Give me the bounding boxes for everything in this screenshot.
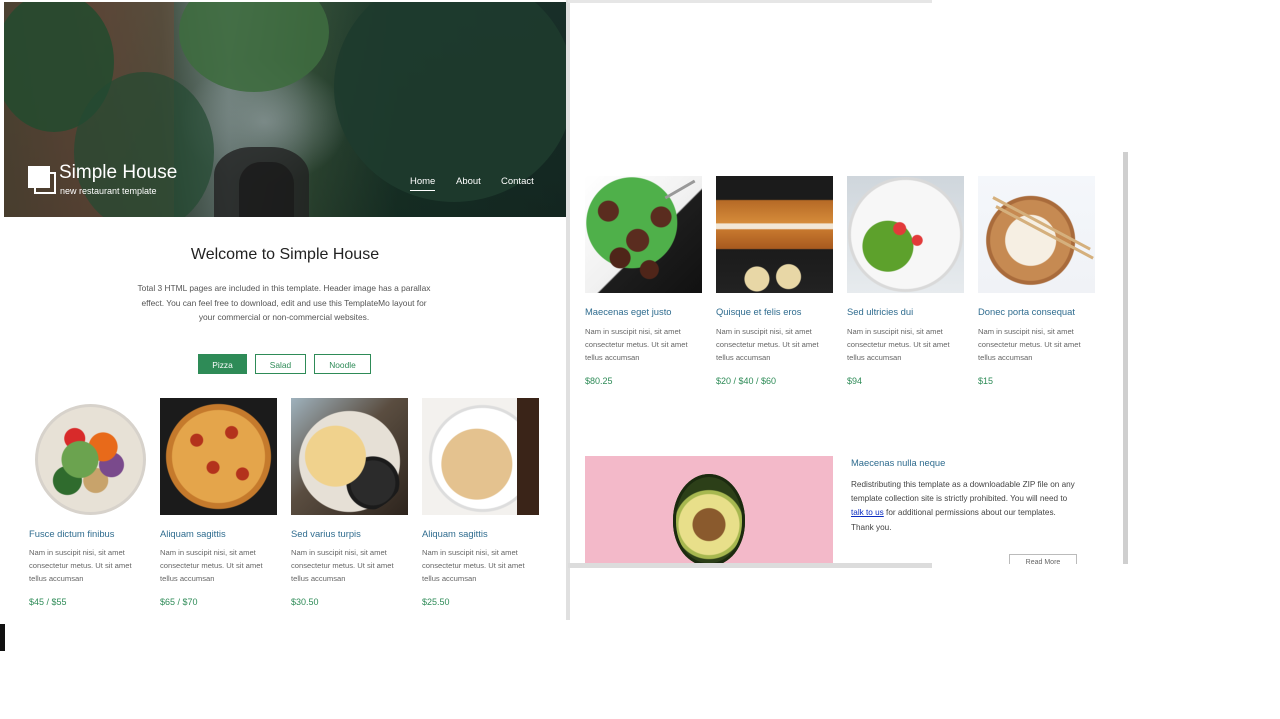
card-price: $20 / $40 / $60 [716,376,777,386]
fork-icon [664,179,696,200]
chopstick [992,196,1091,251]
card-title[interactable]: Aliquam sagittis [422,528,488,539]
card-description: Nam in suscipit nisi, sit amet consectet… [160,548,263,583]
card-description: Nam in suscipit nisi, sit amet consectet… [585,327,688,362]
card-description: Nam in suscipit nisi, sit amet consectet… [422,548,525,583]
dish-plate [291,408,408,515]
bottom-scroll-indicator[interactable] [568,563,932,568]
brand-logo-icon[interactable] [28,166,56,194]
card-title[interactable]: Fusce dictum finibus [29,528,114,539]
meatballs-image[interactable] [585,176,702,293]
card-description: Nam in suscipit nisi, sit amet consectet… [847,327,950,362]
hero-tree [334,2,566,202]
noodle-image[interactable] [422,398,539,515]
chopstick [995,205,1094,260]
pizza-image[interactable] [160,398,277,515]
salad-plate [35,404,146,515]
avocado [673,474,745,564]
right-card-4[interactable]: Donec porta consequat Nam in suscipit ni… [978,176,1103,396]
right-card-2[interactable]: Quisque et felis eros Nam in suscipit ni… [716,176,841,396]
card-description: Nam in suscipit nisi, sit amet consectet… [716,327,819,362]
read-more-button[interactable]: Read More [1009,554,1077,564]
tab-salad[interactable]: Salad [255,354,306,374]
left-card-1[interactable]: Fusce dictum finibus Nam in suscipit nis… [29,398,154,618]
card-price: $15 [978,376,994,386]
left-card-4[interactable]: Aliquam sagittis Nam in suscipit nisi, s… [422,398,547,618]
card-title[interactable]: Maecenas eget justo [585,306,672,317]
card-price: $45 / $55 [29,597,67,607]
hero-header: Simple House new restaurant template Hom… [4,2,566,217]
card-price: $65 / $70 [160,597,198,607]
card-title[interactable]: Quisque et felis eros [716,306,801,317]
welcome-title: Welcome to Simple House [190,246,380,263]
salad-bowl-image[interactable] [847,176,964,293]
card-price: $30.50 [291,597,319,607]
card-title[interactable]: Aliquam sagittis [160,528,226,539]
avocado-image[interactable] [585,456,833,564]
left-card-2[interactable]: Aliquam sagittis Nam in suscipit nisi, s… [160,398,285,618]
right-scrollbar[interactable] [1123,152,1128,564]
dish-image[interactable] [291,398,408,515]
featured-text: Redistributing this template as a downlo… [851,478,1076,535]
hero-person [239,162,294,217]
top-scroll-indicator [568,0,932,3]
talk-to-us-link[interactable]: talk to us [851,508,884,517]
right-page: Maecenas eget justo Nam in suscipit nisi… [570,152,1128,564]
right-card-1[interactable]: Maecenas eget justo Nam in suscipit nisi… [585,176,710,396]
card-price: $80.25 [585,376,613,386]
card-description: Nam in suscipit nisi, sit amet consectet… [291,548,394,583]
tab-noodle[interactable]: Noodle [314,354,371,374]
card-title[interactable]: Donec porta consequat [978,306,1075,317]
left-card-3[interactable]: Sed varius turpis Nam in suscipit nisi, … [291,398,416,618]
welcome-text: Total 3 HTML pages are included in this … [137,283,431,322]
card-title[interactable]: Sed varius turpis [291,528,361,539]
brand-tagline: new restaurant template [60,186,157,196]
left-page: Simple House new restaurant template Hom… [4,2,566,620]
brand-title[interactable]: Simple House [59,162,177,184]
text-cursor [0,624,5,651]
salad-image[interactable] [29,398,146,515]
french-toast-image[interactable] [716,176,833,293]
tab-pizza[interactable]: Pizza [198,354,247,374]
hero-tree [179,2,329,92]
table-edge [517,398,539,515]
featured-title: Maecenas nulla neque [851,457,946,468]
right-card-3[interactable]: Sed ultricies dui Nam in suscipit nisi, … [847,176,972,396]
card-price: $25.50 [422,597,450,607]
featured-text-part-1: Redistributing this template as a downlo… [851,480,1075,504]
card-title[interactable]: Sed ultricies dui [847,306,913,317]
pizza [164,402,273,511]
card-description: Nam in suscipit nisi, sit amet consectet… [978,327,1081,362]
nav-about-link[interactable]: About [456,176,481,187]
nav-home-link[interactable]: Home [410,176,436,191]
dumplings-image[interactable] [978,176,1095,293]
card-price: $94 [847,376,863,386]
nav-contact-link[interactable]: Contact [501,176,534,187]
card-description: Nam in suscipit nisi, sit amet consectet… [29,548,132,583]
